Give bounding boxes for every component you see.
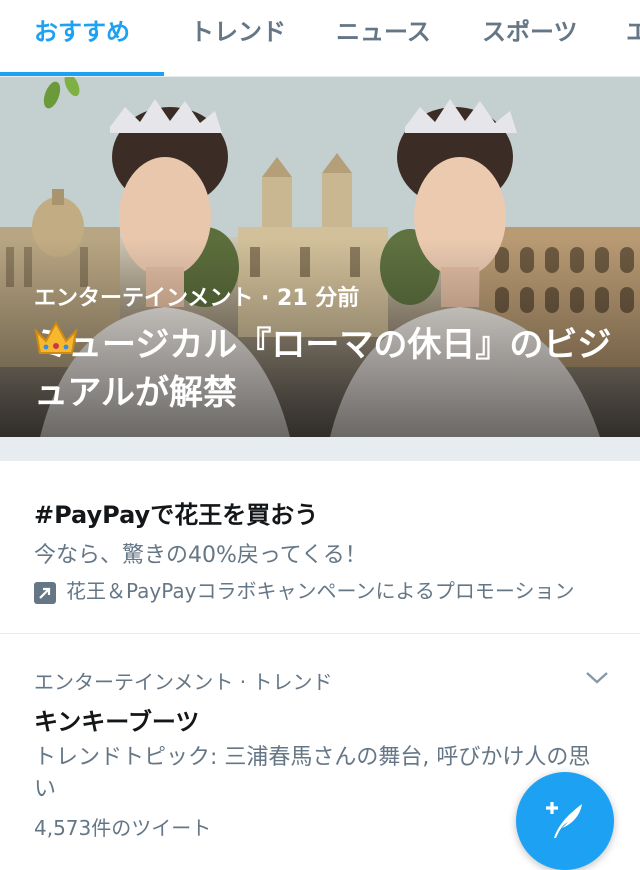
tab-trends[interactable]: トレンド bbox=[190, 16, 286, 48]
trend-tweet-count: 4,573件のツイート bbox=[34, 816, 212, 840]
tab-sports[interactable]: スポーツ bbox=[482, 16, 578, 48]
compose-tweet-button[interactable] bbox=[516, 772, 614, 870]
chevron-down-icon[interactable] bbox=[584, 670, 610, 686]
tab-news[interactable]: ニュース bbox=[336, 16, 431, 48]
story-headline-text: ミュージカル『ローマの休日』のビジュアルが解禁 bbox=[34, 325, 612, 413]
promoted-by-line: 花王＆PayPayコラボキャンペーンによるプロモーション bbox=[34, 575, 575, 604]
explore-tab-bar: おすすめ トレンド ニュース スポーツ エ bbox=[0, 0, 640, 77]
promoted-trend-item[interactable]: #PayPayで花王を買おう 今なら、驚きの40%戻ってくる！ 花王＆PayPa… bbox=[0, 461, 640, 634]
trend-name: キンキーブーツ bbox=[34, 708, 200, 736]
trend-description: トレンドトピック: 三浦春馬さんの舞台, 呼びかけ人の思い bbox=[34, 745, 591, 802]
promoted-hashtag: #PayPayで花王を買おう bbox=[34, 501, 319, 529]
promoted-description: 今なら、驚きの40%戻ってくる！ bbox=[34, 543, 367, 568]
story-headline: ミュージカル『ローマの休日』のビジュアルが解禁 bbox=[34, 321, 614, 417]
promoted-arrow-icon bbox=[34, 581, 56, 604]
active-tab-indicator bbox=[0, 72, 164, 76]
promoted-by-text: 花王＆PayPayコラボキャンペーンによるプロモーション bbox=[66, 579, 575, 603]
featured-story-card[interactable]: エンターテインメント · 21 分前 ミュージカル『ローマの休日』のビジュアルが… bbox=[0, 77, 640, 437]
section-divider bbox=[0, 437, 640, 461]
trend-category: エンターテインメント · トレンド bbox=[34, 670, 333, 694]
compose-tweet-icon bbox=[546, 802, 582, 838]
story-category-time: エンターテインメント · 21 分前 bbox=[34, 286, 360, 311]
tab-entertainment[interactable]: エ bbox=[626, 16, 640, 48]
tab-recommended[interactable]: おすすめ bbox=[34, 16, 130, 48]
